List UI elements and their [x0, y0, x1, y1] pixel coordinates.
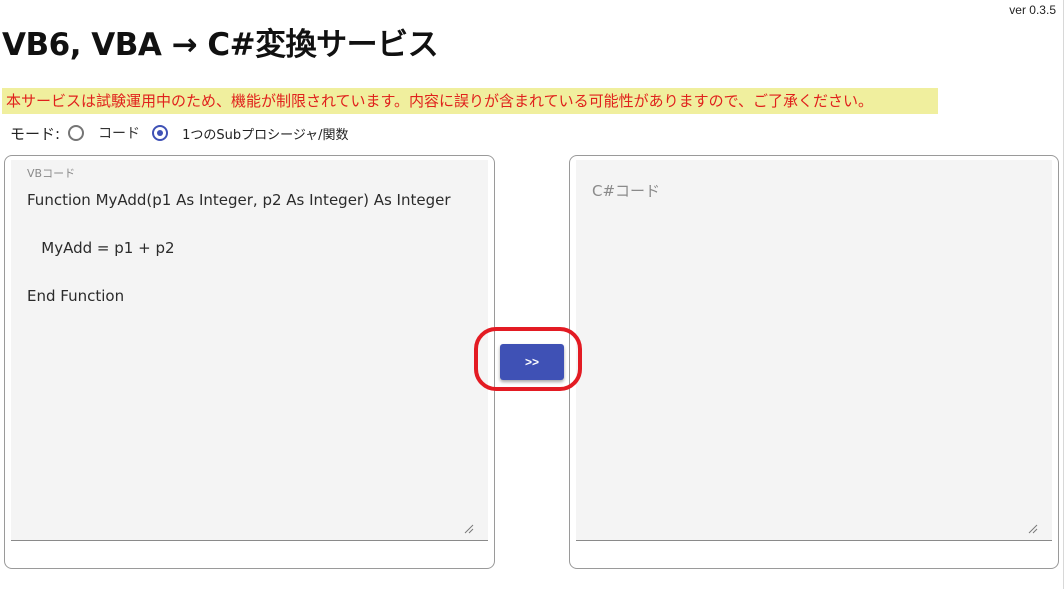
mode-radio-code-label[interactable]: コード: [98, 123, 140, 143]
cs-code-textarea[interactable]: C#コード: [576, 160, 1052, 541]
resize-handle-icon[interactable]: [464, 524, 474, 534]
convert-button[interactable]: >>: [500, 344, 564, 380]
page: ver 0.3.5 VB6, VBA → C#変換サービス 本サービスは試験運用…: [0, 0, 1064, 589]
resize-handle-icon[interactable]: [1028, 524, 1038, 534]
vb-code-panel: VBコード Function MyAdd(p1 As Integer, p2 A…: [4, 155, 495, 569]
vb-code-textarea[interactable]: VBコード Function MyAdd(p1 As Integer, p2 A…: [11, 160, 488, 541]
cs-code-placeholder: C#コード: [592, 182, 661, 200]
cs-code-panel: C#コード: [569, 155, 1059, 569]
version-label: ver 0.3.5: [1009, 3, 1056, 17]
trial-notice-banner: 本サービスは試験運用中のため、機能が制限されています。内容に誤りが含まれている可…: [2, 88, 938, 114]
mode-radio-code[interactable]: [68, 125, 85, 141]
mode-selector: モード: コード 1つのSubプロシージャ/関数: [10, 121, 361, 145]
mode-radio-procedure-label[interactable]: 1つのSubプロシージャ/関数: [182, 124, 348, 143]
mode-radio-procedure[interactable]: [152, 125, 169, 141]
page-title: VB6, VBA → C#変換サービス: [2, 27, 439, 63]
vb-code-label: VBコード: [27, 167, 76, 180]
vb-code-content[interactable]: Function MyAdd(p1 As Integer, p2 As Inte…: [27, 188, 451, 308]
mode-label: モード:: [10, 124, 61, 143]
